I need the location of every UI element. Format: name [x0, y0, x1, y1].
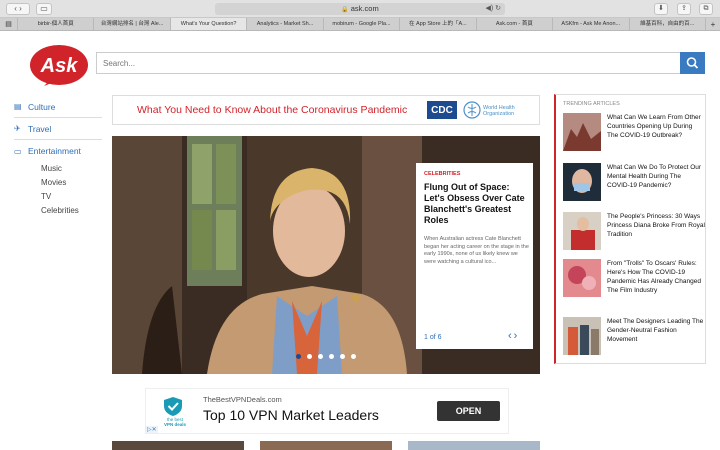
share-icon[interactable]: ⇪ — [677, 3, 691, 15]
vpn-deals-logo: the best VPN deals — [156, 395, 190, 429]
sidebar-subitem-tv[interactable]: TV — [14, 190, 102, 204]
sidebar-item-culture[interactable]: ▤ Culture — [14, 96, 102, 118]
trending-item[interactable]: The People's Princess: 30 Ways Princess … — [563, 212, 705, 252]
carousel-dot[interactable] — [329, 354, 334, 359]
tab-2[interactable]: What's Your Question? — [170, 18, 248, 30]
address-text: ask.com — [350, 4, 379, 13]
trending-title[interactable]: The People's Princess: 30 Ways Princess … — [607, 212, 705, 239]
carousel-dot[interactable] — [351, 354, 356, 359]
carousel-dot[interactable] — [318, 354, 323, 359]
vpn-advertisement[interactable]: the best VPN deals TheBestVPNDeals.com T… — [145, 388, 509, 434]
who-line-2: Organization — [483, 111, 515, 117]
trending-title[interactable]: What Can We Do To Protect Our Mental Hea… — [607, 163, 705, 190]
category-sidebar: ▤ Culture ✈ Travel ▭ Entertainment Music… — [14, 96, 102, 218]
article-category[interactable]: CELEBRITIES — [424, 171, 460, 177]
tab-1[interactable]: 台灣網站排名 | 台灣 Ale... — [94, 18, 171, 30]
sidebar-subitem-celebrities[interactable]: Celebrities — [14, 204, 102, 218]
tab-bar: ▤ birbir-個人首頁 台灣網站排名 | 台灣 Ale... What's … — [0, 18, 720, 31]
ad-url: TheBestVPNDeals.com — [203, 395, 282, 404]
tab-3[interactable]: Analytics - Market Sh... — [247, 18, 324, 30]
chevron-right-icon[interactable]: › — [514, 330, 520, 342]
trending-thumbnail — [563, 163, 601, 201]
search-icon — [686, 57, 699, 69]
trending-item[interactable]: What Can We Do To Protect Our Mental Hea… — [563, 163, 703, 203]
article-title[interactable]: Flung Out of Space: Let's Obsess Over Ca… — [424, 182, 529, 226]
browser-toolbar: ‹ › ▭ 🔒 ask.com ◀) ↻ ⬇ ⇪ ⧉ — [0, 0, 720, 18]
hero-article-card[interactable]: CELEBRITIES Flung Out of Space: Let's Ob… — [416, 163, 533, 349]
trending-title[interactable]: What Can We Learn From Other Countries O… — [607, 113, 705, 140]
carousel-pagination — [296, 354, 362, 359]
carousel-dot[interactable] — [340, 354, 345, 359]
sidebar-subitem-movies[interactable]: Movies — [14, 176, 102, 190]
trending-title[interactable]: Meet The Designers Leading The Gender-Ne… — [607, 317, 705, 344]
who-emblem-icon — [463, 101, 481, 119]
sidebar-toggle-button[interactable]: ▭ — [36, 3, 52, 15]
bookmarks-icon[interactable]: ▤ — [0, 18, 18, 30]
coronavirus-banner[interactable]: What You Need to Know About the Coronavi… — [112, 95, 540, 125]
culture-icon: ▤ — [14, 102, 22, 111]
sidebar-item-travel[interactable]: ✈ Travel — [14, 118, 102, 140]
tab-4[interactable]: mobirum - Google Pla... — [324, 18, 401, 30]
slide-counter: 1 of 6 — [424, 334, 442, 341]
address-bar[interactable]: 🔒 ask.com ◀) ↻ — [215, 3, 505, 15]
search-input[interactable] — [96, 52, 680, 74]
shield-check-icon — [164, 397, 182, 416]
who-logo: World Health Organization — [463, 101, 533, 121]
trending-heading: TRENDING ARTICLES — [563, 101, 620, 107]
sidebar-item-label: Entertainment — [28, 146, 81, 156]
tab-0[interactable]: birbir-個人首頁 — [18, 18, 95, 30]
trending-thumbnail — [563, 212, 601, 250]
tab-6[interactable]: Ask.com - 首頁 — [477, 18, 554, 30]
tab-8[interactable]: 維基百科，自由的百... — [630, 18, 706, 30]
trending-thumbnail — [563, 113, 601, 151]
ad-open-button[interactable]: OPEN — [437, 401, 500, 421]
audio-reload-icons[interactable]: ◀) ↻ — [485, 3, 501, 15]
search-button[interactable] — [680, 52, 705, 74]
trending-item[interactable]: What Can We Learn From Other Countries O… — [563, 113, 703, 153]
entertainment-icon: ▭ — [14, 146, 22, 156]
trending-item[interactable]: From "Trolls" To Oscars' Rules: Here's H… — [563, 259, 703, 299]
logo-text: Ask — [40, 55, 79, 77]
sidebar-item-label: Culture — [28, 101, 56, 112]
article-thumbnail[interactable] — [408, 441, 540, 450]
ad-headline: Top 10 VPN Market Leaders — [203, 407, 379, 423]
carousel-dot[interactable] — [307, 354, 312, 359]
lock-icon: 🔒 — [341, 7, 349, 13]
trending-title[interactable]: From "Trolls" To Oscars' Rules: Here's H… — [607, 259, 705, 295]
tab-7[interactable]: ASKfm - Ask Me Anon... — [553, 18, 630, 30]
travel-icon: ✈ — [14, 124, 21, 133]
tabs-overview-icon[interactable]: ⧉ — [699, 3, 713, 15]
download-icon[interactable]: ⬇ — [654, 3, 668, 15]
article-thumbnail[interactable] — [260, 441, 392, 450]
article-thumbnail[interactable] — [112, 441, 244, 450]
carousel-arrows: ‹› — [508, 330, 519, 342]
trending-item[interactable]: Meet The Designers Leading The Gender-Ne… — [563, 317, 703, 357]
new-tab-button[interactable]: + — [706, 18, 720, 30]
tab-5[interactable]: 在 App Store 上的「A... — [400, 18, 477, 30]
trending-articles-panel: TRENDING ARTICLES What Can We Learn From… — [554, 94, 706, 364]
ad-choices-icon[interactable]: ▷✕ — [146, 426, 158, 433]
sidebar-item-entertainment[interactable]: ▭ Entertainment — [14, 140, 102, 162]
sidebar-subitem-music[interactable]: Music — [14, 162, 102, 176]
ask-logo[interactable]: Ask — [28, 42, 90, 86]
hero-carousel[interactable]: CELEBRITIES Flung Out of Space: Let's Ob… — [112, 136, 540, 374]
carousel-dot[interactable] — [296, 354, 301, 359]
banner-text: What You Need to Know About the Coronavi… — [137, 104, 408, 116]
article-excerpt: When Australian actress Cate Blanchett b… — [424, 236, 529, 265]
ad-logo-line-2: VPN deals — [163, 422, 186, 427]
sidebar-item-label: Travel — [28, 123, 52, 134]
cdc-logo: CDC — [426, 100, 458, 120]
trending-thumbnail — [563, 259, 601, 297]
trending-thumbnail — [563, 317, 601, 355]
back-forward-button[interactable]: ‹ › — [6, 3, 30, 15]
